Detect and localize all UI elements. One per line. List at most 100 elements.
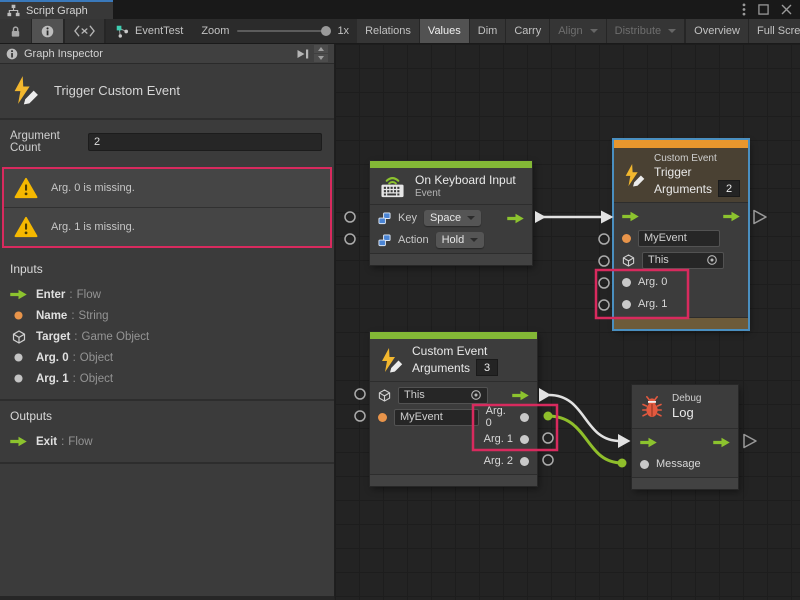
arguments-count-field[interactable]: 3 xyxy=(476,359,498,376)
inspector-scroll-spinner xyxy=(314,45,328,62)
warning-text: Arg. 0 is missing. xyxy=(51,182,135,194)
inspected-node-title-section: Trigger Custom Event xyxy=(0,64,334,120)
dock-panel-icon[interactable] xyxy=(296,48,310,60)
inspected-node-title: Trigger Custom Event xyxy=(54,83,180,98)
input-port-row: Arg. 1 : Object xyxy=(10,368,324,389)
object-out-port[interactable] xyxy=(520,413,529,422)
node-body: MyEvent This Arg. 0 Arg. 1 xyxy=(614,203,748,317)
port-type: Object xyxy=(80,373,113,385)
zoom-slider-handle[interactable] xyxy=(321,26,331,36)
event-name-field[interactable]: MyEvent xyxy=(638,230,720,247)
arguments-count-field[interactable]: 2 xyxy=(718,180,740,197)
flow-out-port[interactable] xyxy=(512,390,529,401)
zoom-slider[interactable] xyxy=(237,30,329,32)
custom-event-icon xyxy=(378,347,404,373)
message-port[interactable] xyxy=(640,460,649,469)
node-custom-event[interactable]: Custom Event Arguments 3 This MyEvent xyxy=(370,332,537,486)
flow-arrow-icon xyxy=(10,289,27,300)
object-out-port[interactable] xyxy=(520,435,529,444)
action-dropdown[interactable]: Hold xyxy=(436,232,485,248)
string-port[interactable] xyxy=(622,234,631,243)
node-title: Log xyxy=(672,405,701,420)
values-button[interactable]: Values xyxy=(420,19,470,43)
input-port-row: Arg. 0 : Object xyxy=(10,347,324,368)
arg-label: Arg. 0 xyxy=(486,405,513,429)
full-screen-button[interactable]: Full Screen xyxy=(749,19,800,43)
graph-breadcrumb[interactable]: EventTest xyxy=(106,19,193,43)
target-field[interactable]: This xyxy=(642,252,724,269)
string-port[interactable] xyxy=(378,413,387,422)
code-view-button[interactable] xyxy=(65,19,105,43)
inspector-toggle-button[interactable] xyxy=(32,19,64,43)
cube-icon xyxy=(378,389,391,402)
graph-canvas[interactable]: On Keyboard Input Event Key Space Action… xyxy=(335,44,800,600)
node-header: Custom Event Arguments 3 xyxy=(370,339,537,382)
port-name: Arg. 0 xyxy=(36,352,69,364)
node-on-keyboard-input[interactable]: On Keyboard Input Event Key Space Action… xyxy=(370,161,532,265)
scroll-down-button[interactable] xyxy=(314,54,328,62)
outputs-heading: Outputs xyxy=(10,409,324,423)
object-port[interactable] xyxy=(622,300,631,309)
code-icon xyxy=(74,25,95,37)
flow-in-port[interactable] xyxy=(622,211,639,222)
object-port[interactable] xyxy=(622,278,631,287)
port-separator: : xyxy=(73,373,76,385)
port-separator: : xyxy=(61,436,64,448)
node-debug-log[interactable]: Debug Log Message xyxy=(632,385,738,489)
key-value: Space xyxy=(430,212,461,224)
node-body: This MyEvent Arg. 0 Arg. 1 Arg. 2 xyxy=(370,382,537,474)
object-out-port[interactable] xyxy=(520,457,529,466)
output-port-row: Exit : Flow xyxy=(10,431,324,452)
scroll-up-button[interactable] xyxy=(314,45,328,53)
object-picker-icon[interactable] xyxy=(470,389,482,401)
graph-asset-icon xyxy=(116,25,129,38)
node-subtitle: Event xyxy=(415,188,516,199)
flow-in-port[interactable] xyxy=(640,437,657,448)
node-trigger-custom-event[interactable]: Custom Event Trigger Arguments 2 MyEvent xyxy=(614,140,748,329)
distribute-dropdown[interactable]: Distribute xyxy=(607,19,685,43)
node-body: Key Space Action Hold xyxy=(370,205,532,253)
relations-button[interactable]: Relations xyxy=(357,19,420,43)
chevron-down-icon xyxy=(668,29,676,33)
arg-label: Arg. 0 xyxy=(638,276,667,288)
window-controls xyxy=(742,0,792,19)
argument-count-input[interactable]: 2 xyxy=(88,133,322,151)
argument-count-label: Argument Count xyxy=(10,130,88,154)
flow-out-port[interactable] xyxy=(723,211,740,222)
target-field[interactable]: This xyxy=(398,387,488,404)
outputs-section: Outputs Exit : Flow xyxy=(0,401,334,464)
flow-out-port[interactable] xyxy=(713,437,730,448)
key-dropdown[interactable]: Space xyxy=(424,210,481,226)
node-color-bar xyxy=(370,332,537,339)
flow-out-port[interactable] xyxy=(507,213,524,224)
arg-row: Arg. 1 xyxy=(370,428,537,450)
node-footer xyxy=(632,477,738,489)
tab-script-graph[interactable]: Script Graph xyxy=(0,0,113,19)
object-picker-icon[interactable] xyxy=(706,254,718,266)
arguments-count-value: 3 xyxy=(484,362,490,374)
align-dropdown[interactable]: Align xyxy=(550,19,606,43)
event-name-row: MyEvent xyxy=(614,227,748,249)
menu-kebab-icon[interactable] xyxy=(742,3,746,16)
overview-button[interactable]: Overview xyxy=(686,19,749,43)
maximize-icon[interactable] xyxy=(758,4,769,15)
node-color-bar xyxy=(614,140,748,148)
lock-button[interactable] xyxy=(0,19,32,43)
chevron-down-icon xyxy=(590,29,598,33)
distribute-label: Distribute xyxy=(615,25,661,37)
graph-variable-icon xyxy=(378,212,391,225)
dim-button[interactable]: Dim xyxy=(470,19,507,43)
node-header: Debug Log xyxy=(632,385,738,429)
close-icon[interactable] xyxy=(781,4,792,15)
arg-label: Arg. 1 xyxy=(638,298,667,310)
carry-button[interactable]: Carry xyxy=(506,19,550,43)
port-type: Flow xyxy=(68,436,92,448)
inputs-heading: Inputs xyxy=(10,262,324,276)
custom-event-icon xyxy=(10,75,40,105)
key-label: Key xyxy=(398,212,417,224)
inspector-title: Graph Inspector xyxy=(24,48,103,60)
event-name-field[interactable]: MyEvent xyxy=(394,409,479,426)
tab-title: Script Graph xyxy=(26,5,88,17)
inputs-section: Inputs Enter : Flow Name : String Target… xyxy=(0,254,334,401)
message-row: Message xyxy=(632,453,738,475)
